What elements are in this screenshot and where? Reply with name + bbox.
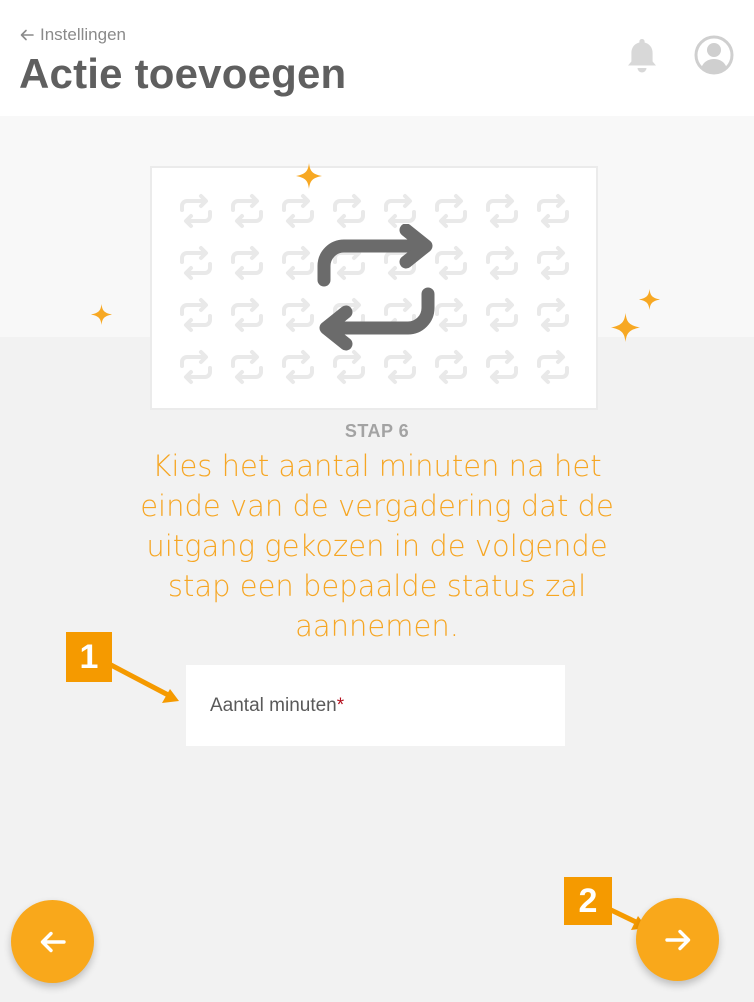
- minutes-label-text: Aantal minuten: [210, 695, 337, 716]
- pattern-repeat-icon: [486, 298, 518, 332]
- pattern-repeat-icon: [180, 350, 212, 384]
- previous-step-button[interactable]: [11, 900, 94, 983]
- annotation-badge-2: 2: [564, 877, 612, 925]
- user-circle-icon[interactable]: [694, 35, 734, 75]
- sparkle-icon: [611, 313, 640, 342]
- pattern-repeat-icon: [180, 298, 212, 332]
- app-header: Instellingen Actie toevoegen: [0, 0, 754, 116]
- annotation-badge-1: 1: [66, 632, 112, 682]
- pattern-repeat-icon: [282, 350, 314, 384]
- bell-icon[interactable]: [624, 36, 660, 74]
- pattern-repeat-icon: [435, 194, 467, 228]
- step-label: STAP 6: [344, 421, 410, 441]
- arrow-right-icon: [664, 929, 690, 950]
- pattern-repeat-icon: [384, 350, 416, 384]
- pattern-repeat-icon: [486, 194, 518, 228]
- minutes-input-label: Aantal minuten*: [210, 695, 344, 717]
- pattern-repeat-icon: [537, 298, 569, 332]
- next-step-button[interactable]: [636, 898, 719, 981]
- sparkle-icon: [91, 304, 112, 325]
- pattern-repeat-icon: [282, 194, 314, 228]
- pattern-repeat-icon: [486, 246, 518, 280]
- pattern-repeat-icon: [537, 246, 569, 280]
- back-link[interactable]: Instellingen: [20, 25, 126, 45]
- pattern-repeat-icon: [231, 298, 263, 332]
- pattern-repeat-icon: [231, 246, 263, 280]
- pattern-repeat-icon: [231, 350, 263, 384]
- minutes-input[interactable]: Aantal minuten*: [186, 665, 565, 746]
- pattern-repeat-icon: [333, 194, 365, 228]
- back-link-label: Instellingen: [40, 25, 127, 44]
- sparkle-icon: [296, 163, 322, 189]
- pattern-repeat-icon: [180, 194, 212, 228]
- pattern-repeat-icon: [333, 350, 365, 384]
- pattern-repeat-icon: [282, 298, 314, 332]
- pattern-repeat-icon: [384, 194, 416, 228]
- pattern-repeat-icon: [486, 350, 518, 384]
- pattern-repeat-icon: [435, 350, 467, 384]
- pattern-repeat-icon: [180, 246, 212, 280]
- required-marker: *: [336, 695, 345, 716]
- pattern-repeat-icon: [537, 194, 569, 228]
- sparkle-icon: [639, 289, 660, 310]
- page-title: Actie toevoegen: [19, 50, 347, 97]
- step-description: Kies het aantal minuten na het einde van…: [140, 449, 614, 643]
- arrow-left-icon: [20, 29, 34, 41]
- pattern-repeat-icon: [537, 350, 569, 384]
- hero-illustration: [150, 166, 598, 410]
- pattern-repeat-icon: [282, 246, 314, 280]
- arrow-left-icon: [40, 931, 66, 952]
- pattern-repeat-icon: [231, 194, 263, 228]
- repeat-icon: [317, 224, 435, 351]
